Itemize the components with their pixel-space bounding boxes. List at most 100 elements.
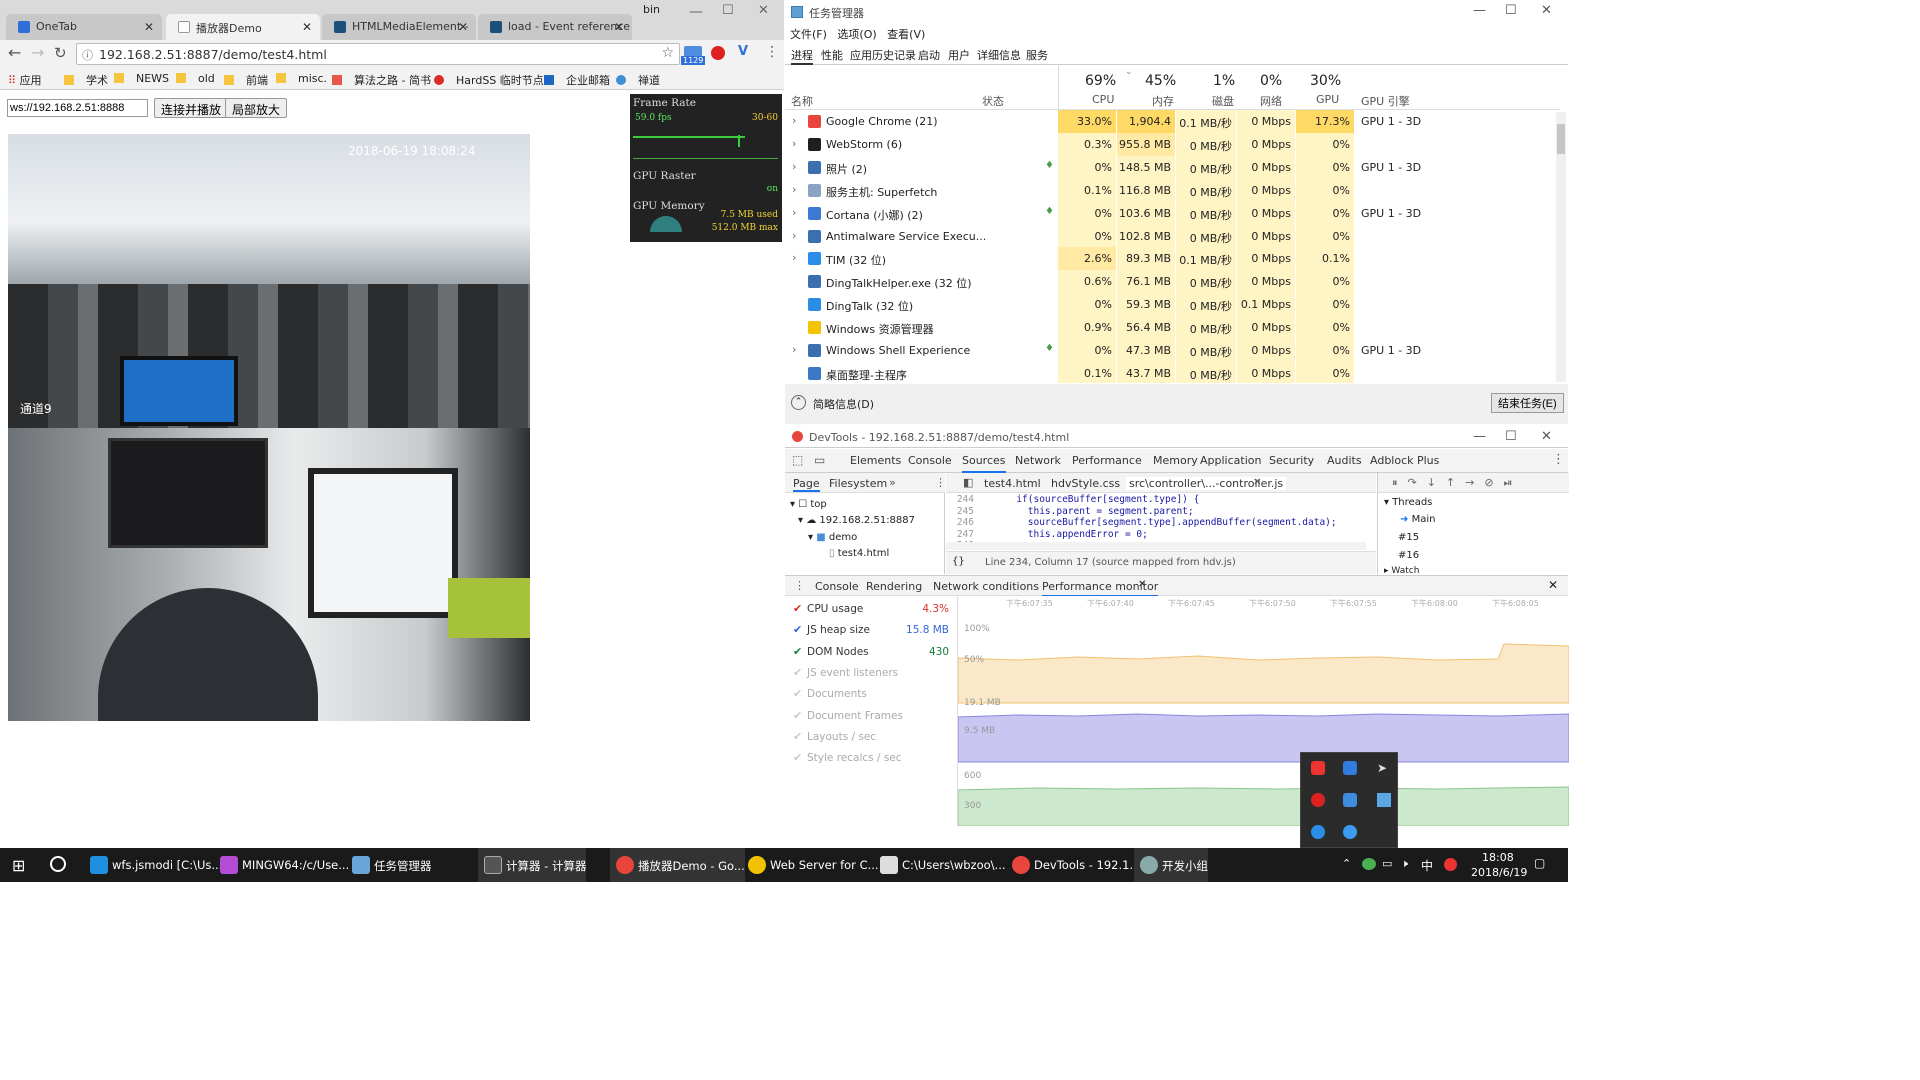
close-icon[interactable]: ✕ [1541, 429, 1552, 444]
tab-startup[interactable]: 启动 [918, 47, 940, 63]
bookmark-apps[interactable]: ⠿ 应用 [8, 72, 42, 88]
tab-memory[interactable]: Memory [1153, 454, 1198, 467]
col-name[interactable]: 名称 [791, 93, 813, 109]
metric-checkbox-icon[interactable]: ✔ [793, 623, 802, 636]
expand-icon[interactable]: › [792, 183, 796, 196]
device-icon[interactable]: ▭ [814, 453, 825, 467]
metric-row[interactable]: ✔ JS heap size 15.8 MB [793, 623, 949, 641]
tab-htmlmediaelement[interactable]: HTMLMediaElement - ✕ [322, 14, 476, 40]
expand-icon[interactable]: › [792, 229, 796, 242]
volume-icon[interactable]: 🕨 [1401, 857, 1408, 871]
thread-15[interactable]: #15 [1398, 532, 1419, 543]
connect-play-button[interactable]: 连接并播放 [154, 98, 229, 118]
expand-icon[interactable]: › [792, 343, 796, 356]
code-line[interactable]: 244 if(sourceBuffer[segment.type]) { [946, 494, 1200, 506]
expand-icon[interactable]: › [792, 206, 796, 219]
minimize-icon[interactable]: — [1473, 3, 1486, 18]
taskbar-item-dev-group[interactable]: 开发小组 [1134, 848, 1208, 882]
bookmark-folder[interactable]: misc. [276, 72, 327, 85]
process-row[interactable]: DingTalkHelper.exe (32 位) 0.6% 76.1 MB 0 MB… [785, 270, 1560, 294]
cortana-search-icon[interactable] [50, 856, 66, 872]
taskbar-item-devtools[interactable]: DevTools - 192.1... [1006, 848, 1140, 882]
tab-performance[interactable]: Performance [1072, 454, 1142, 467]
expand-icon[interactable]: › [792, 137, 796, 150]
thread-main[interactable]: ➜ Main [1400, 514, 1435, 525]
col-network[interactable]: 网络 [1260, 93, 1282, 109]
tab-details[interactable]: 详细信息 [977, 47, 1021, 63]
reload-icon[interactable]: ↻ [54, 44, 67, 62]
process-row[interactable]: DingTalk (32 位) 0% 59.3 MB 0 MB/秒 0.1 Mbps 0% [785, 293, 1560, 317]
webstorm-icon[interactable] [1343, 761, 1357, 775]
expand-icon[interactable]: › [792, 160, 796, 173]
minimize-icon[interactable]: — [1473, 429, 1486, 444]
clock-date[interactable]: 2018/6/19 [1471, 866, 1527, 879]
metric-checkbox-icon[interactable]: ✔ [793, 666, 802, 679]
expand-icon[interactable]: › [792, 251, 796, 264]
video-player-2[interactable] [8, 428, 530, 721]
menu-options[interactable]: 选项(O) [837, 28, 876, 41]
file-tab-test4[interactable]: test4.html [984, 477, 1041, 490]
tree-item-folder[interactable]: ▾ ■ demo [808, 532, 857, 543]
tab-load-event[interactable]: load - Event reference ✕ [478, 14, 632, 40]
metric-checkbox-icon[interactable]: ✔ [793, 709, 802, 722]
taskbar-item-calculator[interactable]: 计算器 - 计算器 [478, 848, 587, 882]
tab-elements[interactable]: Elements [850, 454, 901, 467]
taskbar-item-webstorm[interactable]: wfs.jsmodi [C:\Us... [84, 848, 222, 882]
bookmark-folder[interactable]: 前端 [224, 72, 268, 88]
file-tab-hdvstyle[interactable]: hdvStyle.css [1051, 477, 1120, 490]
metric-checkbox-icon[interactable]: ✔ [793, 645, 802, 658]
menu-icon[interactable]: ⋮ [765, 44, 779, 60]
col-cpu[interactable]: CPU [1092, 93, 1114, 106]
code-line[interactable]: 247 this.appendError = 0; [946, 529, 1148, 541]
address-bar[interactable]: ⓘ 192.168.2.51:8887/demo/test4.html ☆ [76, 43, 680, 65]
fewer-details-link[interactable]: 简略信息(D) [813, 396, 874, 412]
thread-16[interactable]: #16 [1398, 550, 1419, 561]
tab-services[interactable]: 服务 [1026, 47, 1048, 63]
process-row[interactable]: › WebStorm (6) 0.3% 955.8 MB 0 MB/秒 0 Mbps 0% [785, 132, 1560, 156]
forward-icon[interactable]: → [31, 43, 44, 62]
tab-sources[interactable]: Sources [962, 454, 1006, 473]
metric-row[interactable]: ✔ DOM Nodes 430 [793, 645, 949, 663]
drawer-menu-icon[interactable]: ⋮ [794, 579, 805, 592]
threads-header[interactable]: ▾ Threads [1384, 497, 1432, 508]
process-row[interactable]: › Windows Shell Experience ♦ 0% 47.3 MB 0 MB/… [785, 339, 1560, 362]
code-line[interactable]: 246 sourceBuffer[segment.type].appendBuf… [946, 517, 1337, 529]
windows-start-icon[interactable]: ⊞ [12, 856, 25, 875]
bookmark-mail[interactable]: 企业邮箱 [544, 72, 610, 88]
metric-checkbox-icon[interactable]: ✔ [793, 602, 802, 615]
code-lines[interactable]: 244 if(sourceBuffer[segment.type]) {245 … [946, 494, 1366, 548]
feishu-icon[interactable] [1343, 793, 1357, 807]
process-row[interactable]: Windows 资源管理器 0.9% 56.4 MB 0 MB/秒 0 Mbps 0% [785, 316, 1560, 340]
taskbar-item-task-manager[interactable]: 任务管理器 [346, 848, 432, 882]
col-disk[interactable]: 磁盘 [1212, 93, 1234, 109]
expand-icon[interactable]: › [792, 114, 796, 127]
sogou-icon[interactable] [1444, 858, 1457, 871]
debugger-controls[interactable]: ⏸↷↓↑→⊘⏯ [1378, 473, 1569, 493]
drawer-tab-console[interactable]: Console [815, 580, 859, 593]
vue-devtools-icon[interactable]: V [738, 44, 748, 59]
col-gpu-engine[interactable]: GPU 引擎 [1361, 93, 1410, 109]
desktop-tidy-icon[interactable] [1377, 793, 1391, 807]
metric-checkbox-icon[interactable]: ✔ [793, 730, 802, 743]
tray-expand-icon[interactable]: ⌃ [1342, 857, 1351, 870]
drawer-tab-rendering[interactable]: Rendering [866, 580, 922, 593]
process-row[interactable]: 桌面整理-主程序 0.1% 43.7 MB 0 MB/秒 0 Mbps 0% [785, 361, 1560, 383]
netease-icon[interactable] [1311, 793, 1325, 807]
close-window-icon[interactable]: ✕ [758, 3, 769, 18]
bookmark-hardss[interactable]: HardSS 临时节点 [434, 72, 544, 88]
pretty-print-icon[interactable]: {} [952, 556, 965, 567]
taskbar-item-chrome-demo[interactable]: 播放器Demo - Go... [610, 848, 745, 882]
bookmark-folder[interactable]: 学术 [64, 72, 108, 88]
metric-row[interactable]: ✔ Document Frames [793, 709, 949, 727]
devtools-menu-icon[interactable]: ⋮ [1552, 452, 1565, 467]
metric-row[interactable]: ✔ Style recalcs / sec [793, 751, 949, 769]
process-row[interactable]: › Cortana (小娜) (2) ♦ 0% 103.6 MB 0 MB/秒 0 Mbps… [785, 201, 1560, 225]
tree-item-host[interactable]: ▾ ☁ 192.168.2.51:8887 [798, 515, 915, 526]
adblock-icon[interactable] [711, 46, 725, 60]
process-row[interactable]: › 照片 (2) ♦ 0% 148.5 MB 0 MB/秒 0 Mbps 0% GPU 1 - … [785, 155, 1560, 179]
close-icon[interactable]: ✕ [1541, 3, 1552, 18]
editor-hscroll[interactable] [946, 542, 1366, 550]
tab-player-demo[interactable]: 播放器Demo ✕ [166, 14, 320, 40]
minimize-icon[interactable]: — [689, 4, 703, 20]
tab-performance[interactable]: 性能 [821, 47, 843, 63]
